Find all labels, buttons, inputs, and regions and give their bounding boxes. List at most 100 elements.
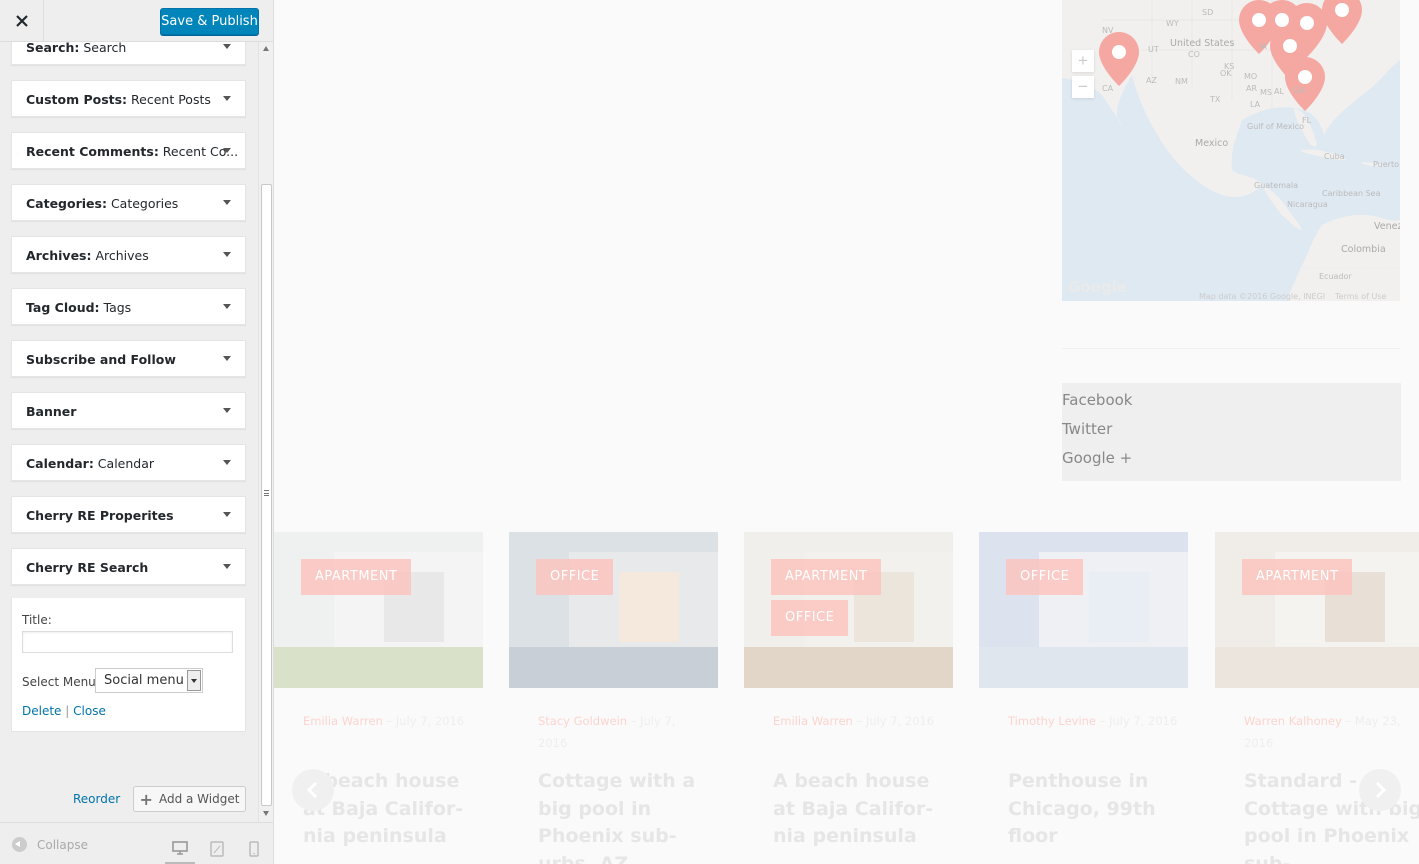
- add-widget-button[interactable]: + Add a Widget: [133, 786, 246, 812]
- carousel-next-button[interactable]: [1359, 769, 1401, 811]
- chevron-down-icon: [223, 148, 231, 153]
- scroll-down-arrow-icon[interactable]: [263, 811, 269, 816]
- property-title-link[interactable]: Penthouse in Chicago, 99th floor: [1008, 768, 1188, 851]
- widget-title: Cherry RE Properites: [26, 497, 174, 534]
- map-label: TX: [1210, 95, 1221, 104]
- terms-of-use-link[interactable]: Terms of Use: [1335, 292, 1386, 301]
- widget-cherry-re-properites[interactable]: Cherry RE Properites: [11, 496, 246, 533]
- google-logo: Google: [1068, 278, 1127, 296]
- location-map[interactable]: WY SD IA United States NV UT CO KS MO CA AZ NM OK TX A…: [1062, 0, 1400, 301]
- scrollbar-thumb[interactable]: [261, 184, 272, 806]
- sidebar-header: Save & Publish: [0, 0, 273, 42]
- property-type-tag[interactable]: APARTMENT: [301, 559, 412, 595]
- map-label: CA: [1102, 84, 1114, 93]
- property-photo[interactable]: OFFICE: [979, 532, 1188, 688]
- post-meta: Stacy Goldwein – July 7, 2016: [538, 710, 708, 754]
- chevron-down-icon: [223, 44, 231, 49]
- widget-subtitle: Categories: [106, 196, 179, 211]
- post-author-link[interactable]: Warren Kalhoney: [1244, 714, 1342, 728]
- close-customizer-button[interactable]: [0, 0, 44, 42]
- collapse-button[interactable]: Collapse: [12, 837, 88, 852]
- sidebar-footer: Collapse: [0, 822, 273, 864]
- property-title-link[interactable]: A beach house at Baja Califor-nia penins…: [773, 768, 953, 851]
- map-label: Guatemala: [1254, 181, 1299, 190]
- widget-custom-posts[interactable]: Custom Posts: Recent Posts: [11, 80, 246, 117]
- post-date: – July 7, 2016: [382, 714, 465, 728]
- property-photo[interactable]: APARTMENT: [1215, 532, 1419, 688]
- close-widget-link[interactable]: Close: [73, 704, 106, 718]
- map-label: Caribbean Sea: [1322, 189, 1381, 198]
- delete-widget-link[interactable]: Delete: [22, 704, 61, 718]
- chevron-down-icon: [223, 96, 231, 101]
- widget-name: Banner: [26, 404, 77, 419]
- custom-menu-widget-form: Title: Select Menu: Social menu Delete |…: [11, 597, 246, 732]
- chevron-down-icon: [223, 200, 231, 205]
- property-photo[interactable]: APARTMENT: [274, 532, 483, 688]
- map-label: WY: [1166, 19, 1179, 28]
- widget-title: Cherry RE Search: [26, 549, 148, 586]
- widget-title: Categories: Categories: [26, 185, 178, 222]
- map-label: AZ: [1146, 76, 1157, 85]
- link-separator: |: [65, 704, 70, 718]
- property-photo[interactable]: OFFICE: [509, 532, 718, 688]
- carousel-prev-button[interactable]: [292, 769, 334, 811]
- reorder-link[interactable]: Reorder: [73, 792, 120, 806]
- widget-title: Calendar: Calendar: [26, 445, 154, 482]
- property-title-link[interactable]: Cottage with a big pool in Phoenix sub-u…: [538, 768, 718, 864]
- mobile-preview-button[interactable]: [239, 833, 269, 864]
- widget-calendar[interactable]: Calendar: Calendar: [11, 444, 246, 481]
- map-zoom-in-button[interactable]: +: [1072, 50, 1094, 72]
- map-zoom-out-button[interactable]: −: [1072, 76, 1094, 98]
- save-publish-button[interactable]: Save & Publish: [160, 8, 259, 35]
- widget-archives[interactable]: Archives: Archives: [11, 236, 246, 273]
- widget-recent-comments[interactable]: Recent Comments: Recent Co...: [11, 132, 246, 169]
- widget-categories[interactable]: Categories: Categories: [11, 184, 246, 221]
- facebook-link[interactable]: Facebook: [1062, 391, 1132, 409]
- widget-banner[interactable]: Banner: [11, 392, 246, 429]
- tablet-preview-button[interactable]: [202, 833, 232, 864]
- widget-name: Archives:: [26, 248, 92, 263]
- twitter-link[interactable]: Twitter: [1062, 420, 1112, 438]
- map-label: Colombia: [1341, 244, 1386, 255]
- title-label: Title:: [22, 613, 52, 627]
- chevron-down-icon: [223, 356, 231, 361]
- map-label: Gulf of Mexico: [1247, 122, 1305, 131]
- widget-subscribe-and-follow[interactable]: Subscribe and Follow: [11, 340, 246, 377]
- property-type-tag[interactable]: APARTMENT: [1242, 559, 1353, 595]
- map-label: UT: [1148, 45, 1159, 54]
- scroll-up-arrow-icon[interactable]: [263, 46, 269, 51]
- social-menu: Facebook Twitter Google +: [1062, 383, 1401, 481]
- google-plus-link[interactable]: Google +: [1062, 449, 1132, 467]
- post-author-link[interactable]: Emilia Warren: [773, 714, 853, 728]
- widget-name: Categories:: [26, 196, 107, 211]
- add-widget-label: Add a Widget: [158, 792, 240, 806]
- chevron-down-icon: [223, 460, 231, 465]
- widget-tag-cloud[interactable]: Tag Cloud: Tags: [11, 288, 246, 325]
- desktop-preview-button[interactable]: [165, 833, 195, 864]
- chevron-down-icon: [223, 408, 231, 413]
- post-author-link[interactable]: Stacy Goldwein: [538, 714, 627, 728]
- select-menu-dropdown[interactable]: Social menu: [95, 668, 203, 693]
- widget-search[interactable]: Search: Search: [11, 42, 246, 65]
- map-label: SD: [1202, 8, 1214, 17]
- property-card: APARTMENT Warren Kalhoney – May 23, 2016 S…: [1215, 532, 1419, 864]
- post-author-link[interactable]: Timothy Levine: [1008, 714, 1096, 728]
- property-photo[interactable]: APARTMENT OFFICE: [744, 532, 953, 688]
- property-type-tag[interactable]: APARTMENT: [771, 559, 882, 595]
- widget-title: Subscribe and Follow: [26, 341, 176, 378]
- widget-title: Custom Posts: Recent Posts: [26, 81, 211, 118]
- widget-name: Tag Cloud:: [26, 300, 100, 315]
- map-label: Mexico: [1195, 138, 1229, 149]
- property-type-tag[interactable]: OFFICE: [536, 559, 614, 595]
- post-date: – July 7, 2016: [852, 714, 935, 728]
- title-input[interactable]: [22, 631, 233, 653]
- widget-title: Tag Cloud: Tags: [26, 289, 131, 326]
- property-type-tag[interactable]: OFFICE: [1006, 559, 1084, 595]
- sidebar-scrollbar[interactable]: [258, 42, 273, 822]
- post-author-link[interactable]: Emilia Warren: [303, 714, 383, 728]
- chevron-right-icon: [1375, 782, 1387, 798]
- widget-cherry-re-search[interactable]: Cherry RE Search: [11, 548, 246, 585]
- map-label: CO: [1188, 50, 1200, 59]
- widget-name: Search:: [26, 42, 80, 55]
- property-type-tag[interactable]: OFFICE: [771, 600, 849, 636]
